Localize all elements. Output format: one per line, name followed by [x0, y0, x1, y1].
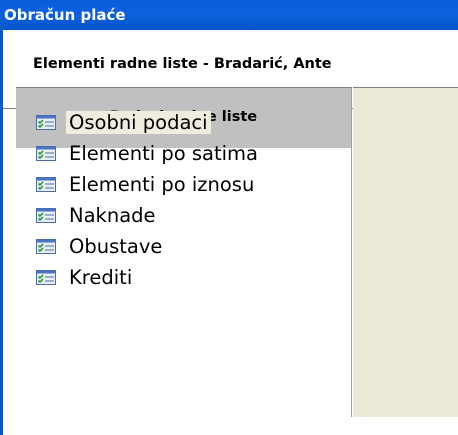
- nav-item-obustave[interactable]: Obustave: [36, 231, 261, 262]
- nav-list: Osobni podaci Elementi po satima Element…: [36, 107, 261, 293]
- list-check-icon: [36, 208, 56, 223]
- list-check-icon: [36, 115, 56, 130]
- nav-item-elementi-po-iznosu[interactable]: Elementi po iznosu: [36, 169, 261, 200]
- nav-item-label: Elementi po iznosu: [69, 173, 255, 196]
- list-check-icon: [36, 177, 56, 192]
- nav-item-elementi-po-satima[interactable]: Elementi po satima: [36, 138, 261, 169]
- window-title: Obračun plaće: [4, 6, 126, 24]
- list-check-icon: [36, 270, 56, 285]
- list-check-icon: [36, 146, 56, 161]
- page-title: Elementi radne liste - Bradarić, Ante: [33, 56, 332, 72]
- content-area: [353, 87, 458, 417]
- app-window: Obračun plaće Elementi radne liste - Bra…: [0, 0, 458, 435]
- nav-item-osobni-podaci[interactable]: Osobni podaci: [36, 107, 261, 138]
- list-check-icon: [36, 239, 56, 254]
- nav-item-label: Osobni podaci: [66, 111, 211, 134]
- nav-item-naknade[interactable]: Naknade: [36, 200, 261, 231]
- nav-item-label: Naknade: [69, 204, 156, 227]
- nav-item-label: Elementi po satima: [69, 142, 258, 165]
- window-titlebar[interactable]: Obračun plaće: [0, 0, 458, 30]
- nav-item-label: Krediti: [69, 266, 133, 289]
- nav-item-label: Obustave: [69, 235, 163, 258]
- nav-item-krediti[interactable]: Krediti: [36, 262, 261, 293]
